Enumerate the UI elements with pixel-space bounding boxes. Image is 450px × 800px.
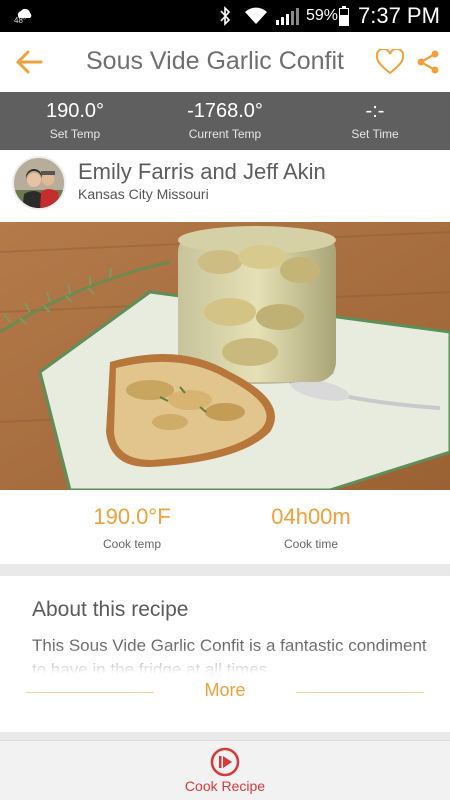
back-arrow-icon[interactable] — [14, 48, 44, 76]
status-bar: 48° 59% 7:37 PM — [0, 0, 450, 32]
wifi-icon — [245, 7, 267, 24]
set-time: -:- Set Time — [330, 100, 420, 141]
about-title: About this recipe — [32, 598, 189, 621]
divider-right — [296, 692, 424, 693]
recipe-photo — [0, 222, 450, 490]
cook-time: 04h00m Cook time — [246, 504, 376, 551]
page-title: Sous Vide Garlic Confit — [86, 47, 344, 75]
app-bar: Sous Vide Garlic Confit — [0, 32, 450, 92]
heart-icon[interactable] — [376, 49, 404, 75]
cook-temp: 190.0°F Cook temp — [72, 504, 192, 551]
cook-recipe-button[interactable]: Cook Recipe — [0, 740, 450, 800]
signal-icon — [276, 8, 299, 25]
author-name[interactable]: Emily Farris and Jeff Akin — [78, 159, 326, 185]
about-card: About this recipe This Sous Vide Garlic … — [0, 576, 450, 732]
cook-stats: 190.0°F Cook temp 04h00m Cook time — [0, 490, 450, 564]
set-time-label: Set Time — [351, 127, 399, 141]
device-status-bar: 190.0° Set Temp -1768.0° Current Temp -:… — [0, 92, 450, 150]
share-icon[interactable] — [416, 50, 440, 74]
battery-percent: 59% — [306, 7, 339, 24]
author-row[interactable]: Emily Farris and Jeff Akin Kansas City M… — [0, 150, 450, 222]
clock: 7:37 PM — [358, 3, 440, 28]
divider-left — [26, 692, 154, 693]
play-circle-icon[interactable] — [210, 747, 240, 777]
set-temp: 190.0° Set Temp — [30, 100, 120, 141]
current-temp-label: Current Temp — [188, 127, 262, 141]
cook-recipe-label[interactable]: Cook Recipe — [0, 778, 450, 794]
avatar[interactable] — [12, 156, 66, 210]
battery-icon — [339, 6, 349, 26]
current-temp: -1768.0° Current Temp — [170, 100, 280, 141]
set-temp-label: Set Temp — [49, 127, 101, 141]
weather-temp: 48° — [14, 16, 27, 25]
set-temp-value: 190.0° — [45, 100, 105, 122]
current-temp-value: -1768.0° — [187, 100, 263, 122]
cook-time-label: Cook time — [283, 537, 339, 551]
more-button[interactable]: More — [170, 680, 280, 701]
cook-temp-label: Cook temp — [102, 537, 162, 551]
author-location: Kansas City Missouri — [78, 186, 209, 202]
cook-temp-value: 190.0°F — [93, 504, 171, 529]
set-time-value: -:- — [365, 100, 385, 122]
cook-time-value: 04h00m — [271, 504, 351, 529]
bluetooth-icon — [220, 6, 231, 26]
